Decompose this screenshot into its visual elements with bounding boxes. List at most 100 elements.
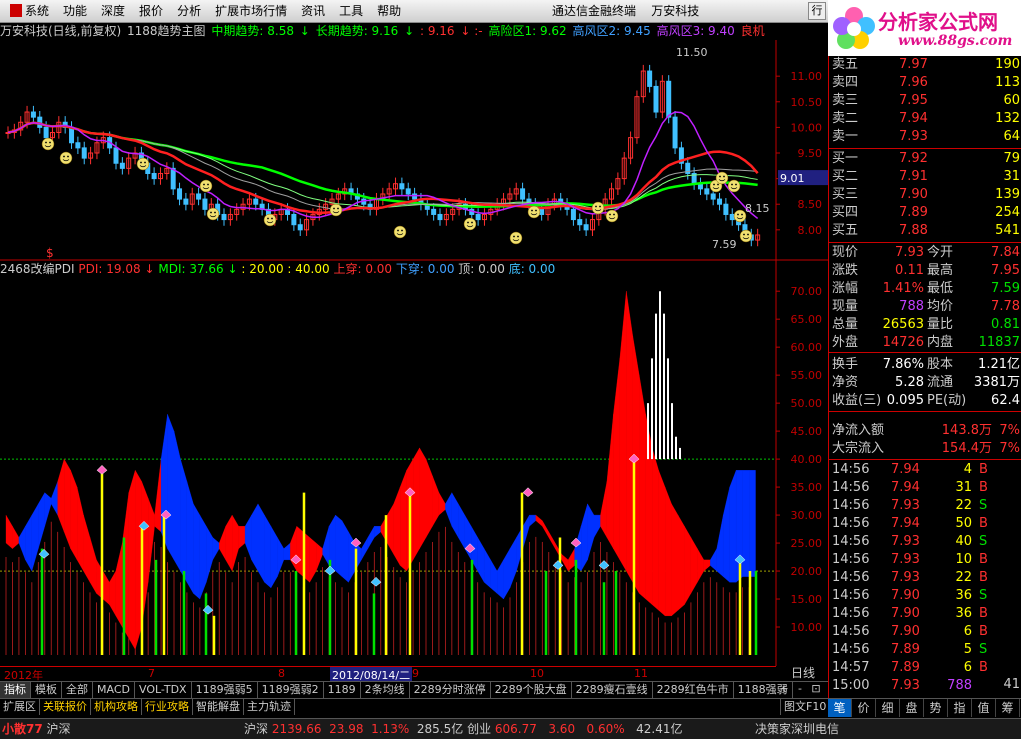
menu-item[interactable]: 分析 <box>170 0 208 22</box>
candle-body <box>69 126 75 144</box>
tick-side: S <box>979 588 988 603</box>
mdi-area <box>716 515 724 577</box>
quote-tab[interactable]: 细 <box>876 699 900 717</box>
quote-tab[interactable]: 笔 <box>828 699 852 717</box>
tick-price: 7.93 <box>891 678 920 693</box>
chart-control-button[interactable]: ⊡ <box>808 682 824 695</box>
quote-tab[interactable]: 值 <box>972 699 996 717</box>
price-chart-header: 万安科技(日线,前复权) 1188趋势主图 中期趋势: 8.58 ↓ 长期趋势:… <box>0 24 765 38</box>
quote-tab[interactable]: 价 <box>852 699 876 717</box>
bid-volume: 139 <box>995 187 1020 202</box>
chart-control-button[interactable]: - <box>792 682 808 695</box>
mdi-area <box>51 481 58 516</box>
bid-volume: 31 <box>1003 169 1020 184</box>
quote-tab[interactable]: 筹 <box>996 699 1020 717</box>
extension-tab[interactable]: 主力轨迹 <box>244 699 295 715</box>
quote-row: 14:56 7.93 40 S <box>829 533 1021 551</box>
mdi-area <box>44 492 52 527</box>
separator <box>829 459 1021 460</box>
ask-label: 卖二 <box>832 111 859 126</box>
candle-body <box>723 203 729 215</box>
extension-tab[interactable]: 行业攻略 <box>142 699 193 715</box>
extension-tab[interactable]: 机构攻略 <box>91 699 142 715</box>
pdi-area <box>412 447 420 561</box>
indicator-tab[interactable]: 2289个股大盘 <box>491 682 572 698</box>
indicator-tab[interactable]: 模板 <box>31 682 62 698</box>
price-tick-label: 9.50 <box>798 147 823 160</box>
pdi-area <box>548 531 556 550</box>
menu-item[interactable]: 扩展市场行情 <box>208 0 294 22</box>
cross-down-value: 下穿: 0.00 <box>395 262 455 276</box>
separator <box>829 242 1021 243</box>
indicator-tab[interactable]: 2289瘦石壹线 <box>572 682 653 698</box>
price-tick-label: 10.50 <box>791 96 823 109</box>
main-indicator-name[interactable]: 1188趋势主图 <box>127 24 206 38</box>
mid-trend-value: 中期趋势: 8.58 <box>211 24 294 38</box>
tick-time: 14:56 <box>832 624 870 639</box>
indicator-tab[interactable]: 全部 <box>62 682 93 698</box>
f10-tab[interactable]: 图文F10 <box>780 699 831 715</box>
mdi-area <box>186 481 194 594</box>
mdi-area <box>38 492 45 549</box>
mdi-area <box>593 514 601 539</box>
quote-value: 7.86% <box>882 357 924 372</box>
tick-price: 7.93 <box>891 570 920 585</box>
window-menu-button[interactable]: 行 <box>808 2 826 20</box>
candle-body <box>717 198 723 205</box>
quote-row: 买五 7.88 541 <box>829 222 1021 240</box>
indicator-tab[interactable]: MACD <box>93 682 135 698</box>
quote-value: 7.59 <box>991 281 1020 296</box>
indicator-tab[interactable]: VOL-TDX <box>135 682 192 698</box>
indicator-tab[interactable]: 指标 <box>0 682 31 698</box>
menu-item[interactable]: 深度 <box>94 0 132 22</box>
extension-tab[interactable]: 智能解盘 <box>193 699 244 715</box>
flow-pct: 7% <box>999 423 1020 438</box>
menu-item[interactable]: 报价 <box>132 0 170 22</box>
indicator-tab[interactable]: 2条均线 <box>361 682 410 698</box>
ask-label: 卖五 <box>832 57 859 72</box>
pdi-area <box>652 447 659 611</box>
indicator-tab[interactable]: 1189强弱2 <box>258 682 324 698</box>
quote-value: 26563 <box>882 317 924 332</box>
pdi-area <box>296 525 304 577</box>
pdi-value: PDI: 19.08 <box>78 262 141 276</box>
chart-canvas[interactable]: 11.0010.5010.009.509.008.508.009.0111.50… <box>0 40 828 666</box>
quote-row: 净资 5.28 流通 3381万 <box>829 374 1021 392</box>
ask-volume: 113 <box>995 75 1020 90</box>
menu-item[interactable]: 工具 <box>332 0 370 22</box>
indicator-tab[interactable]: 2289分时涨停 <box>410 682 491 698</box>
tick-side: B <box>979 660 988 675</box>
quote-tab[interactable]: 盘 <box>900 699 924 717</box>
indicator-tick-label: 15.00 <box>791 593 823 606</box>
quote-row: 卖三 7.95 60 <box>829 92 1021 110</box>
current-price-label: 9.01 <box>780 172 805 185</box>
menu-item[interactable]: 系统 <box>18 0 56 22</box>
pdi-area <box>64 458 71 549</box>
quote-tab[interactable]: 势 <box>924 699 948 717</box>
extension-tab[interactable]: 扩展区 <box>0 699 40 715</box>
indicator-name[interactable]: 2468改编PDI <box>0 262 75 276</box>
mdi-area <box>212 537 220 561</box>
quote-row: 换手 7.86% 股本 1.21亿 <box>829 356 1021 374</box>
chart-control-button[interactable]: + <box>776 682 792 695</box>
extension-tab-bar: 扩展区 关联报价 机构攻略 行业攻略 智能解盘 主力轨迹 图文F10 <box>0 698 831 716</box>
menu-item[interactable]: 资讯 <box>294 0 332 22</box>
candle-body <box>151 172 157 180</box>
candle-body <box>704 188 710 195</box>
mdi-area <box>710 548 717 572</box>
indicator-tab[interactable]: 1189 <box>324 682 361 698</box>
price-tick-label: 10.00 <box>791 121 823 134</box>
tick-volume: 4 <box>963 462 972 477</box>
extension-tab[interactable]: 关联报价 <box>40 699 91 715</box>
quote-row: 买一 7.92 79 <box>829 150 1021 168</box>
quote-tab[interactable]: 指 <box>948 699 972 717</box>
bid-price: 7.91 <box>899 169 928 184</box>
pdi-area <box>238 526 246 549</box>
indicator-tab[interactable]: 1189强弱5 <box>192 682 258 698</box>
quote-value: 14726 <box>882 335 924 350</box>
mdi-area <box>264 514 272 589</box>
menu-item[interactable]: 帮助 <box>370 0 408 22</box>
period-label[interactable]: 日线 <box>778 664 828 681</box>
indicator-tab[interactable]: 2289红色牛市 <box>653 682 734 698</box>
menu-item[interactable]: 功能 <box>56 0 94 22</box>
